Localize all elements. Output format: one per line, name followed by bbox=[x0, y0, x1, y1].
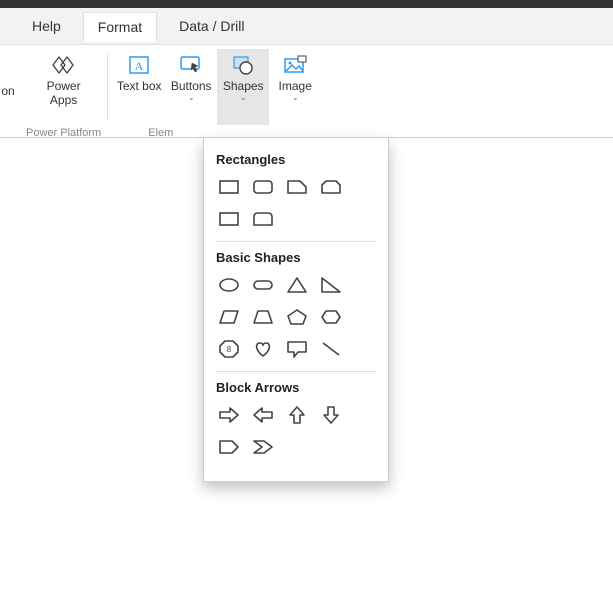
shape-rounded-all-rectangle[interactable] bbox=[250, 207, 276, 231]
power-apps-button[interactable]: Power Apps bbox=[32, 49, 96, 125]
ribbon-bar: on Power Apps Power Platform bbox=[0, 45, 613, 138]
shape-snip-same-side[interactable] bbox=[318, 175, 344, 199]
shape-arrow-up[interactable] bbox=[284, 403, 310, 427]
shape-line[interactable] bbox=[318, 337, 344, 361]
text-box-button[interactable]: A Text box bbox=[113, 49, 165, 125]
shape-rounded-top-rectangle[interactable] bbox=[216, 207, 242, 231]
shapes-icon bbox=[229, 53, 257, 77]
shape-oval[interactable] bbox=[216, 273, 242, 297]
image-button[interactable]: Image ⌄ bbox=[269, 49, 321, 125]
shape-hexagon[interactable] bbox=[318, 305, 344, 329]
tab-help[interactable]: Help bbox=[18, 12, 75, 40]
block-arrows-title: Block Arrows bbox=[216, 380, 376, 395]
shape-trapezoid[interactable] bbox=[250, 305, 276, 329]
shape-arrow-right[interactable] bbox=[216, 403, 242, 427]
dropdown-section-basic-shapes: Basic Shapes bbox=[216, 250, 376, 372]
shape-arrow-left[interactable] bbox=[250, 403, 276, 427]
shape-parallelogram[interactable] bbox=[216, 305, 242, 329]
shape-speech-bubble[interactable] bbox=[284, 337, 310, 361]
buttons-label: Buttons bbox=[171, 79, 212, 93]
ribbon-cutoff-label: on bbox=[1, 84, 14, 98]
shapes-button[interactable]: Shapes ⌄ bbox=[217, 49, 269, 125]
shape-octagon[interactable]: 8 bbox=[216, 337, 242, 361]
shape-pill[interactable] bbox=[250, 273, 276, 297]
buttons-icon bbox=[177, 53, 205, 77]
shape-snip-single-corner[interactable] bbox=[284, 175, 310, 199]
tab-format[interactable]: Format bbox=[83, 12, 157, 42]
shape-triangle[interactable] bbox=[284, 273, 310, 297]
dropdown-section-rectangles: Rectangles bbox=[216, 152, 376, 242]
image-caret-icon: ⌄ bbox=[292, 94, 299, 102]
canvas-area: Rectangles bbox=[0, 138, 613, 591]
shapes-dropdown: Rectangles bbox=[203, 138, 389, 482]
buttons-caret-icon: ⌄ bbox=[188, 94, 195, 102]
rectangles-title: Rectangles bbox=[216, 152, 376, 167]
image-label: Image bbox=[279, 79, 312, 93]
ribbon-group-power-platform: Power Apps Power Platform bbox=[20, 45, 107, 137]
shape-right-triangle[interactable] bbox=[318, 273, 344, 297]
dropdown-section-block-arrows: Block Arrows bbox=[216, 380, 376, 459]
window-titlebar bbox=[0, 0, 613, 8]
tab-data-drill[interactable]: Data / Drill bbox=[165, 12, 258, 40]
shape-heart[interactable] bbox=[250, 337, 276, 361]
svg-text:A: A bbox=[135, 59, 144, 73]
shape-pentagon-arrow[interactable] bbox=[216, 435, 242, 459]
text-box-icon: A bbox=[125, 53, 153, 77]
text-box-label: Text box bbox=[117, 79, 162, 93]
svg-text:8: 8 bbox=[227, 345, 232, 354]
power-apps-label: Power Apps bbox=[34, 79, 94, 107]
shapes-caret-icon: ⌄ bbox=[240, 94, 247, 102]
shape-arrow-down[interactable] bbox=[318, 403, 344, 427]
ribbon-cutoff-left: on bbox=[0, 45, 20, 137]
shape-pentagon[interactable] bbox=[284, 305, 310, 329]
basic-shapes-title: Basic Shapes bbox=[216, 250, 376, 265]
shape-chevron-arrow[interactable] bbox=[250, 435, 276, 459]
shapes-label: Shapes bbox=[223, 79, 264, 93]
power-apps-icon bbox=[50, 53, 78, 77]
image-icon bbox=[281, 53, 309, 77]
ribbon-tabs: Help Format Data / Drill bbox=[0, 8, 613, 45]
shape-rounded-rectangle[interactable] bbox=[250, 175, 276, 199]
shape-rectangle[interactable] bbox=[216, 175, 242, 199]
ribbon-group-elements: A Text box Buttons ⌄ bbox=[107, 45, 327, 137]
buttons-button[interactable]: Buttons ⌄ bbox=[165, 49, 217, 125]
